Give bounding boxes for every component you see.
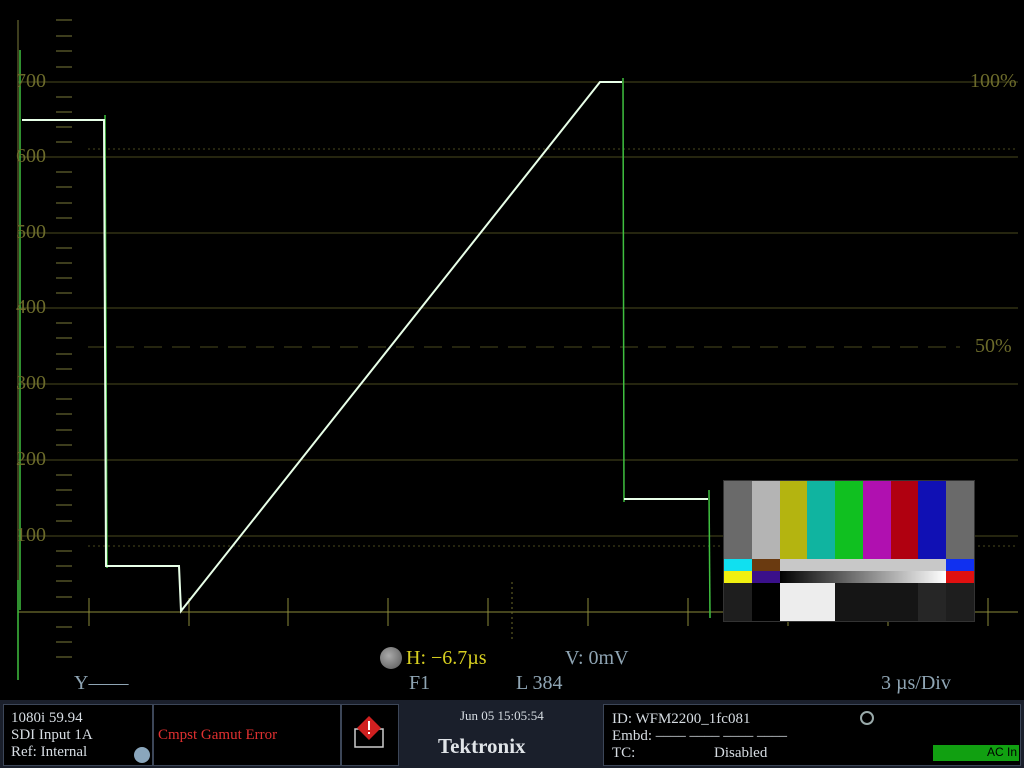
scale-label-400: 400 <box>16 296 46 318</box>
scale-label-50-percent: 50% <box>975 335 1012 357</box>
reference-source: Ref: Internal <box>11 744 88 760</box>
power-label: AC In <box>986 745 1017 759</box>
input-source: SDI Input 1A <box>11 727 93 743</box>
cursor-knob-icon[interactable] <box>380 647 402 669</box>
waveform-display: 700 600 500 400 300 200 100 100% 50% H: … <box>0 0 1024 700</box>
picture-thumbnail[interactable] <box>723 480 975 622</box>
alarm-panel[interactable] <box>341 704 399 766</box>
vertical-cursor-readout: V: 0mV <box>565 647 629 669</box>
embedded-audio: Embd: –––– –––– –––– –––– <box>612 728 787 744</box>
scale-label-100: 100 <box>16 524 46 546</box>
timecode-value: Disabled <box>714 745 768 761</box>
scale-label-200: 200 <box>16 448 46 470</box>
scale-label-300: 300 <box>16 372 46 394</box>
scale-label-100-percent: 100% <box>970 70 1017 92</box>
date-time: Jun 05 15:05:54 <box>460 708 544 723</box>
audio-speaker-icon <box>860 711 874 725</box>
horizontal-cursor-readout: H: −6.7µs <box>406 647 487 669</box>
line-select-label[interactable]: L 384 <box>516 672 562 695</box>
video-format: 1080i 59.94 <box>11 710 83 726</box>
sweep-rate-label[interactable]: 3 µs/Div <box>881 672 951 695</box>
error-panel[interactable]: Cmpst Gamut Error <box>153 704 341 766</box>
field-label: F1 <box>409 672 431 694</box>
status-bar: 1080i 59.94 SDI Input 1A Ref: Internal C… <box>0 700 1024 768</box>
device-id: ID: WFM2200_1fc081 <box>612 711 751 727</box>
status-led-icon <box>134 747 150 763</box>
power-indicator: AC In <box>933 745 1019 761</box>
scale-label-600: 600 <box>16 145 46 167</box>
gamut-error-text: Cmpst Gamut Error <box>158 727 278 743</box>
timecode-label: TC: <box>612 745 636 761</box>
brand-logo: Tektronix <box>438 734 526 758</box>
alarm-warning-icon <box>354 716 384 748</box>
scale-label-500: 500 <box>16 221 46 243</box>
brand-panel: Jun 05 15:05:54 Tektronix <box>400 700 602 768</box>
scale-label-700: 700 <box>16 70 46 92</box>
device-info-panel: ID: WFM2200_1fc081 Embd: –––– –––– –––– … <box>603 704 1021 766</box>
input-status-panel: 1080i 59.94 SDI Input 1A Ref: Internal <box>3 704 153 766</box>
channel-label: Y–––– <box>74 672 129 694</box>
